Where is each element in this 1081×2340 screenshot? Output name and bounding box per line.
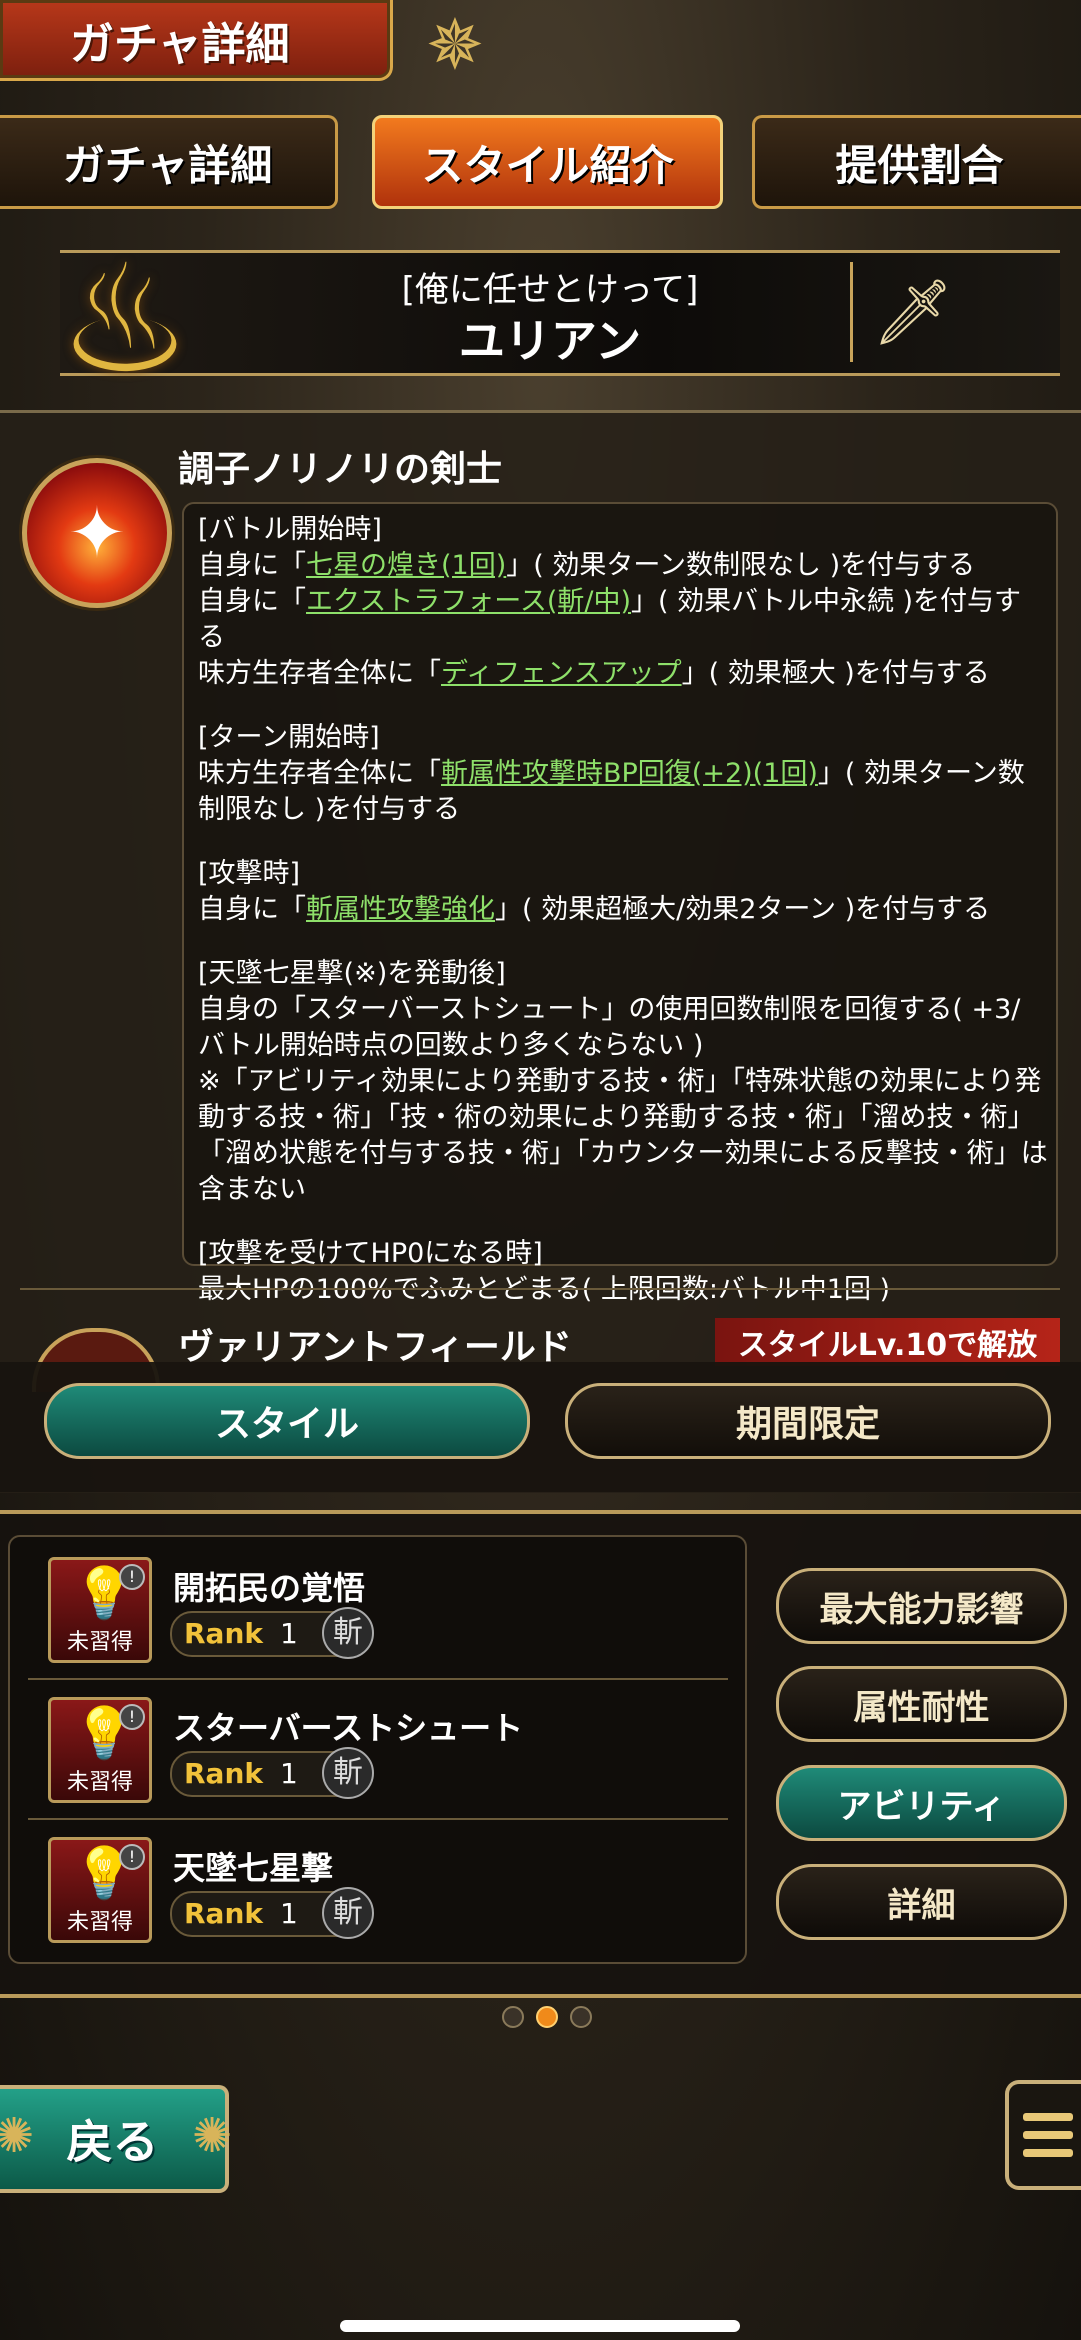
section-heading: [ターン開始時] (198, 722, 380, 753)
skill-description: [バトル開始時] 自身に「七星の煌き(1回)」( 効果ターン数制限なし )を付与す… (198, 512, 1048, 1336)
page-dot[interactable] (570, 2006, 592, 2028)
divider (28, 1678, 728, 1680)
effect-link[interactable]: 七星の煌き(1回) (306, 550, 506, 581)
ability-row[interactable]: 💡! 未習得 スターバーストシュート Rank 1 斬 (48, 1697, 748, 1807)
ability-bulb-icon: 💡! 未習得 (48, 1697, 152, 1803)
ability-rank: Rank 1 斬 (170, 1747, 374, 1799)
description-section: [バトル開始時] 自身に「七星の煌き(1回)」( 効果ターン数制限なし )を付与す… (198, 512, 1048, 692)
divider (20, 1288, 1060, 1290)
tab-rates[interactable]: 提供割合 (752, 115, 1081, 209)
style-flame-emblem-icon: ♨ (57, 233, 193, 407)
page-indicator (502, 2006, 592, 2028)
compass-ornament-icon: ✵ (425, 4, 485, 86)
element-resistance-button[interactable]: 属性耐性 (776, 1666, 1067, 1742)
slash-attribute-icon: 斬 (322, 1887, 374, 1939)
ability-name: 天墜七星撃 (173, 1849, 334, 1887)
home-indicator[interactable] (340, 2320, 740, 2332)
tab-style-intro[interactable]: スタイル紹介 (372, 115, 723, 209)
menu-button[interactable] (1005, 2080, 1081, 2190)
toggle-style[interactable]: スタイル (44, 1383, 530, 1459)
ability-button[interactable]: アビリティ (776, 1765, 1067, 1841)
page-dot[interactable] (502, 2006, 524, 2028)
slash-attribute-icon: 斬 (322, 1747, 374, 1799)
effect-line: 味方生存者全体に「斬属性攻撃時BP回復(+2)(1回)」( 効果ターン数制限なし… (198, 758, 1025, 825)
page-dot-active[interactable] (536, 2006, 558, 2028)
effect-line: 自身の「スターバーストシュート」の使用回数制限を回復する( +3/バトル開始時点… (198, 994, 1021, 1061)
style-name: [俺に任せとけって] (401, 270, 699, 310)
ability-bulb-icon: 💡! 未習得 (48, 1837, 152, 1943)
ability-rank: Rank 1 斬 (170, 1607, 374, 1659)
ability-rank: Rank 1 斬 (170, 1887, 374, 1939)
effect-line: 自身に「斬属性攻撃強化」( 効果超極大/効果2ターン )を付与する (198, 894, 991, 925)
effect-line: 自身に「七星の煌き(1回)」( 効果ターン数制限なし )を付与する (198, 550, 976, 581)
effect-link[interactable]: ディフェンスアップ (441, 658, 682, 689)
effect-line: 自身に「エクストラフォース(斬/中)」( 効果バトル中永続 )を付与する (198, 586, 1022, 653)
description-section: [攻撃時] 自身に「斬属性攻撃強化」( 効果超極大/効果2ターン )を付与する (198, 856, 1048, 928)
page-title: ガチャ詳細 (70, 19, 290, 70)
effect-link[interactable]: エクストラフォース(斬/中) (306, 586, 631, 617)
page-title-banner: ガチャ詳細 (0, 0, 393, 81)
section-heading: [攻撃時] (198, 858, 301, 889)
section-heading: [バトル開始時] (198, 514, 382, 545)
sparkle-skill-icon: ✦ (22, 458, 172, 608)
character-name: ユリアン (458, 314, 642, 368)
ability-row[interactable]: 💡! 未習得 天墜七星撃 Rank 1 斬 (48, 1837, 748, 1947)
tab-gacha-detail[interactable]: ガチャ詳細 (0, 115, 338, 209)
toggle-limited[interactable]: 期間限定 (565, 1383, 1051, 1459)
max-stat-effect-button[interactable]: 最大能力影響 (776, 1568, 1067, 1644)
gear-ornament-icon: ✺ (192, 2108, 233, 2164)
unlock-badge: スタイルLv.10で解放 (715, 1318, 1060, 1366)
gear-ornament-icon: ✺ (0, 2108, 35, 2164)
description-section: [天墜七星撃(※)を発動後] 自身の「スターバーストシュート」の使用回数制限を回復… (198, 956, 1048, 1208)
description-section: [攻撃を受けてHP0になる時] 最大HPの100%でふみとどまる( 上限回数:バト… (198, 1236, 1048, 1308)
sword-weapon-icon: 🗡 (850, 262, 973, 362)
menu-icon (1023, 2113, 1073, 2121)
effect-link[interactable]: 斬属性攻撃時BP回復(+2)(1回) (441, 758, 818, 789)
section-heading: [攻撃を受けてHP0になる時] (198, 1238, 543, 1269)
section-heading: [天墜七星撃(※)を発動後] (198, 958, 506, 989)
ability-row[interactable]: 💡! 未習得 開拓民の覚悟 Rank 1 斬 (48, 1557, 748, 1667)
effect-line: 味方生存者全体に「ディフェンスアップ」( 効果極大 )を付与する (198, 658, 990, 689)
effect-line: 最大HPの100%でふみとどまる( 上限回数:バトル中1回 ) (198, 1274, 891, 1305)
slash-attribute-icon: 斬 (322, 1607, 374, 1659)
effect-link[interactable]: 斬属性攻撃強化 (306, 894, 495, 925)
skill-title: 調子ノリノリの剣士 (178, 449, 503, 490)
effect-line: ※「アビリティ効果により発動する技・術」「特殊状態の効果により発動する技・術」「… (198, 1066, 1048, 1205)
ability-bulb-icon: 💡! 未習得 (48, 1557, 152, 1663)
divider (28, 1818, 728, 1820)
description-section: [ターン開始時] 味方生存者全体に「斬属性攻撃時BP回復(+2)(1回)」( 効果… (198, 720, 1048, 828)
detail-button[interactable]: 詳細 (776, 1864, 1067, 1940)
ability-name: 開拓民の覚悟 (173, 1569, 366, 1607)
ability-name: スターバーストシュート (173, 1709, 524, 1747)
